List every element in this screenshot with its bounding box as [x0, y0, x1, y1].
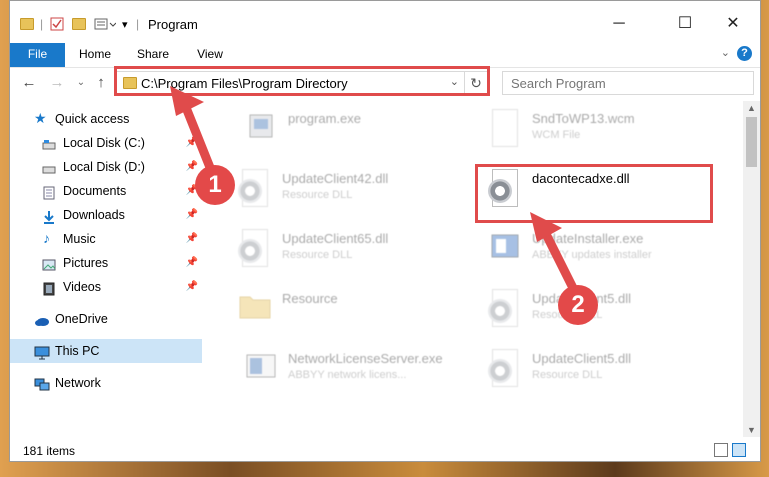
arrow-2-icon	[530, 212, 580, 297]
step-badge-2: 2	[558, 285, 598, 325]
step-badge-1: 1	[195, 165, 235, 205]
annotation-arrows	[170, 86, 580, 297]
